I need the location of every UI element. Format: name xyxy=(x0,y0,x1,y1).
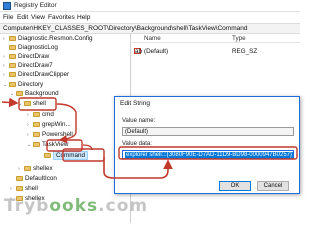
menu-edit[interactable]: Edit xyxy=(17,14,28,21)
tree-item-directory[interactable]: ⌄ Directory xyxy=(3,81,43,90)
folder-icon xyxy=(9,53,16,59)
string-value-icon: ab xyxy=(134,48,143,55)
address-path[interactable]: Computer\HKEY_CLASSES_ROOT\Directory\Bac… xyxy=(3,25,247,32)
tree-item-diagnosticlog[interactable]: DiagnosticLog xyxy=(3,44,58,53)
cancel-button[interactable]: Cancel xyxy=(257,181,289,191)
tree-item-powershell[interactable]: › Powershell xyxy=(27,131,73,140)
tree-item-diagnostic-resmon-config[interactable]: › Diagnostic.Resmon.Config xyxy=(3,35,93,44)
menu-help[interactable]: Help xyxy=(77,14,90,21)
tree-item-directdraw[interactable]: › DirectDraw xyxy=(3,53,49,62)
column-type[interactable]: Type xyxy=(232,35,246,42)
folder-icon xyxy=(16,90,23,96)
tree-item-directdrawclipper[interactable]: › DirectDrawClipper xyxy=(3,71,69,80)
title-bar: Registry Editor xyxy=(0,0,300,12)
address-bar[interactable]: Computer\HKEY_CLASSES_ROOT\Directory\Bac… xyxy=(0,23,300,34)
folder-icon xyxy=(24,100,31,106)
tree-item-taskview[interactable]: ⌄ TaskView xyxy=(27,141,68,150)
tree-item-defaulticon[interactable]: DefaultIcon xyxy=(10,175,57,184)
value-type: REG_SZ xyxy=(232,48,258,55)
folder-icon xyxy=(9,62,16,68)
menu-bar: File Edit View Favorites Help xyxy=(0,12,300,23)
folder-icon xyxy=(9,44,16,50)
watermark-logo: Trybooks.com xyxy=(4,196,148,216)
value-name-field[interactable]: (Default) xyxy=(122,127,294,136)
tree-item-cmd[interactable]: › cmd xyxy=(27,111,54,120)
menu-view[interactable]: View xyxy=(31,14,45,21)
folder-icon xyxy=(33,121,40,127)
folder-icon xyxy=(9,81,16,87)
watermark-suffix: .com xyxy=(98,196,149,216)
menu-favorites[interactable]: Favorites xyxy=(48,14,75,21)
value-data-label: Value data: xyxy=(122,141,152,147)
folder-icon xyxy=(24,165,31,171)
column-name[interactable]: Name xyxy=(144,35,161,42)
ok-button[interactable]: OK xyxy=(219,181,251,191)
value-row-default[interactable]: ab (Default) REG_SZ xyxy=(132,47,300,56)
key-tree[interactable]: › Diagnostic.Resmon.Config DiagnosticLog … xyxy=(0,34,131,223)
folder-icon xyxy=(9,71,16,77)
value-name-label: Value name: xyxy=(122,118,156,124)
tree-item-command[interactable]: Command xyxy=(38,151,89,161)
edit-string-dialog: Edit String Value name: (Default) Value … xyxy=(114,96,300,194)
folder-icon xyxy=(16,185,23,191)
value-name-text: (Default) xyxy=(125,129,149,135)
tree-item-shell[interactable]: ⌄ shell xyxy=(18,100,46,109)
folder-icon xyxy=(9,35,16,41)
value-name: (Default) xyxy=(144,48,169,55)
values-header: Name Type xyxy=(132,34,300,43)
tree-item-background[interactable]: ⌄ Background xyxy=(10,90,59,99)
tree-item-directdraw7[interactable]: › DirectDraw7 xyxy=(3,62,53,71)
watermark-part1: Tryb xyxy=(4,196,50,216)
folder-icon xyxy=(33,141,40,147)
folder-icon xyxy=(33,131,40,137)
tree-item-grepwin[interactable]: › grepWin... xyxy=(27,121,71,130)
value-data-field[interactable]: explorer shell:::{3080F90E-D7AD-11D9-BD9… xyxy=(122,150,294,159)
tree-item-shellex[interactable]: › shellex xyxy=(18,165,53,174)
value-data-text: explorer shell:::{3080F90E-D7AD-11D9-BD9… xyxy=(125,152,293,158)
tree-item-shell-2[interactable]: › shell xyxy=(10,185,38,194)
watermark-part2: ooks xyxy=(49,196,99,216)
menu-file[interactable]: File xyxy=(3,14,13,21)
dialog-title: Edit String xyxy=(120,100,150,107)
folder-icon xyxy=(16,175,23,181)
window-title: Registry Editor xyxy=(14,2,57,9)
folder-icon xyxy=(44,152,51,158)
registry-editor-icon xyxy=(3,2,11,10)
folder-icon xyxy=(33,111,40,117)
